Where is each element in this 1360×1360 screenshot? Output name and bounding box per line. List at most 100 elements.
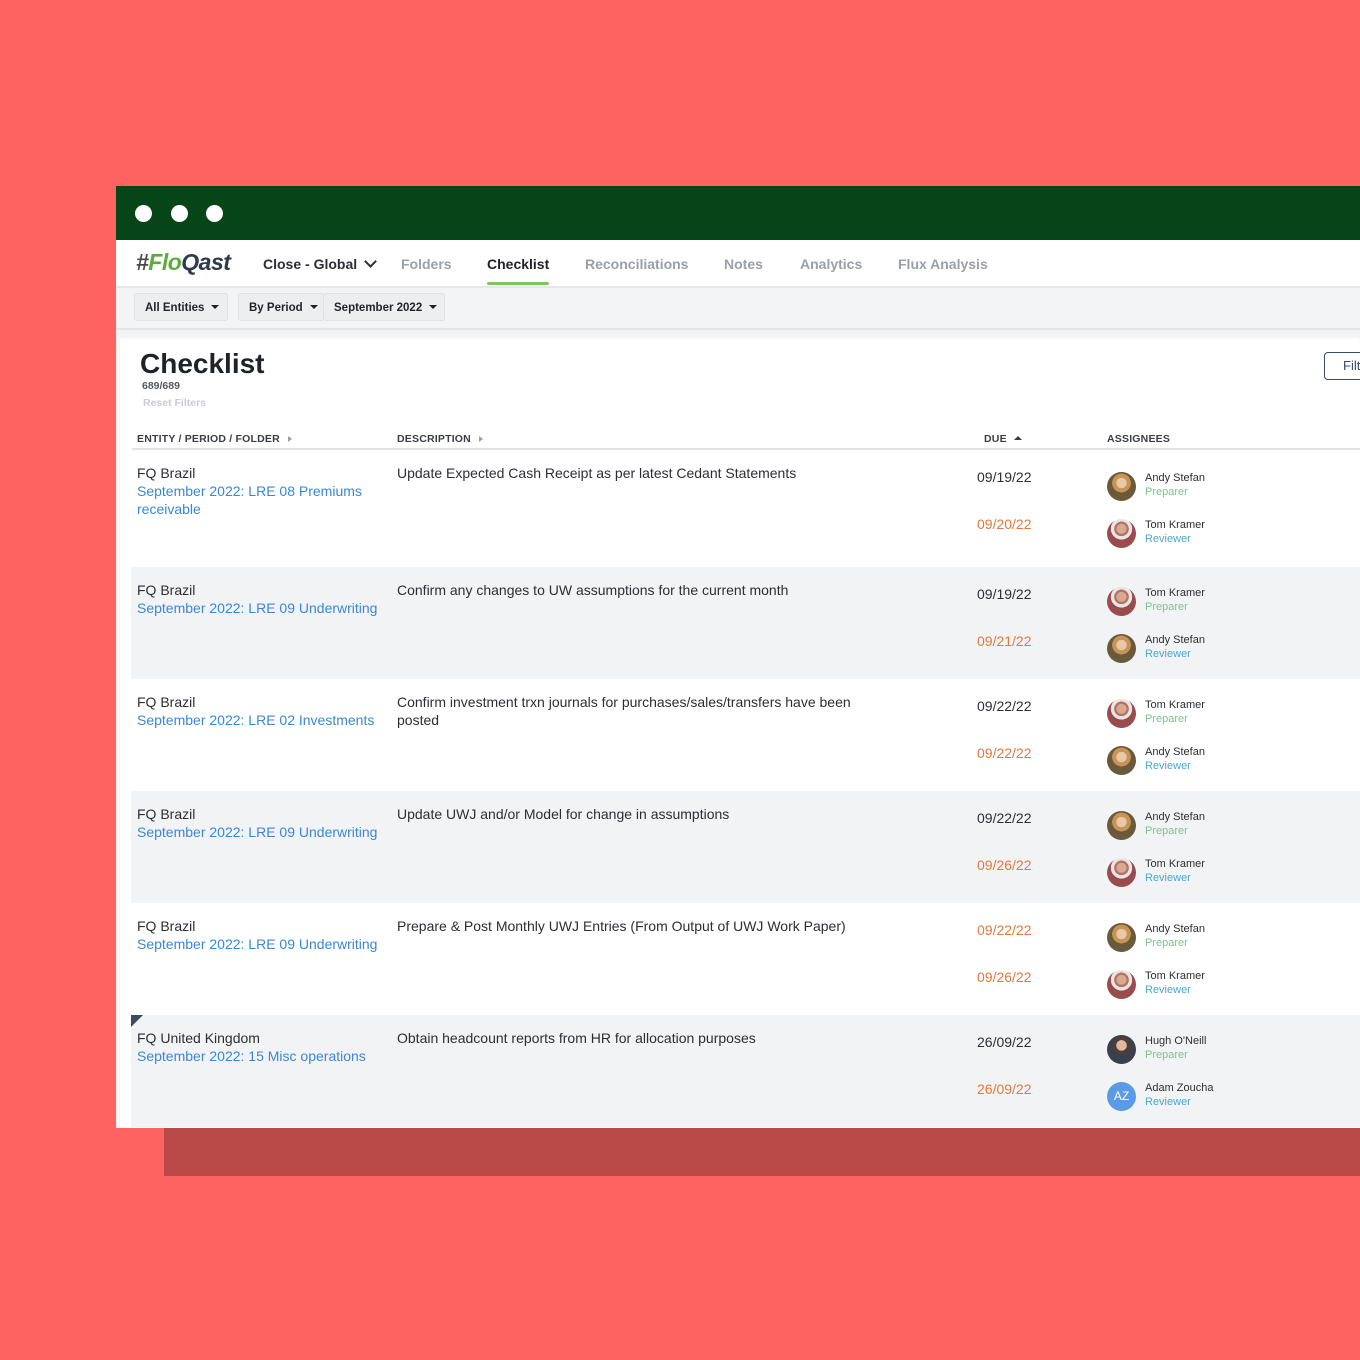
item-count: 689/689 xyxy=(142,380,180,392)
preparer-due-date: 09/22/22 xyxy=(977,810,1032,826)
table-row[interactable]: FQ Brazil September 2022: LRE 02 Investm… xyxy=(131,679,1360,791)
caret-down-icon xyxy=(429,305,438,309)
task-description: Prepare & Post Monthly UWJ Entries (From… xyxy=(397,918,846,934)
assignee-preparer[interactable]: Tom Kramer Preparer xyxy=(1107,587,1307,619)
app-window: #FloQast Close - Global Folders Checklis… xyxy=(116,186,1360,1128)
table-row[interactable]: FQ Brazil September 2022: LRE 09 Underwr… xyxy=(131,791,1360,903)
avatar xyxy=(1107,923,1136,952)
avatar xyxy=(1107,811,1136,840)
workspace-label: Close - Global xyxy=(263,256,358,272)
period-mode-dropdown[interactable]: By Period xyxy=(238,293,324,321)
assignee-reviewer[interactable]: Tom Kramer Reviewer xyxy=(1107,858,1307,890)
floqast-logo[interactable]: #FloQast xyxy=(136,249,231,276)
col-header-description[interactable]: DESCRIPTION xyxy=(397,433,483,445)
folder-link[interactable]: September 2022: LRE 02 Investments xyxy=(137,711,387,729)
folder-link[interactable]: September 2022: 15 Misc operations xyxy=(137,1047,387,1065)
assignee-role: Preparer xyxy=(1145,1049,1188,1061)
period-mode-label: By Period xyxy=(249,302,303,314)
assignee-preparer[interactable]: Tom Kramer Preparer xyxy=(1107,699,1307,731)
tab-flux-analysis[interactable]: Flux Analysis xyxy=(898,256,988,272)
workspace-selector[interactable]: Close - Global xyxy=(263,255,377,272)
avatar xyxy=(1107,1035,1136,1064)
tab-folders[interactable]: Folders xyxy=(401,256,452,272)
tab-analytics[interactable]: Analytics xyxy=(800,256,862,272)
assignee-role: Preparer xyxy=(1145,713,1188,725)
assignee-reviewer[interactable]: Andy Stefan Reviewer xyxy=(1107,634,1307,666)
assignee-preparer[interactable]: Hugh O'Neill Preparer xyxy=(1107,1035,1307,1067)
reset-filters-link[interactable]: Reset Filters xyxy=(143,397,206,409)
col-header-assignees: ASSIGNEES xyxy=(1107,433,1171,445)
task-description: Confirm investment trxn journals for pur… xyxy=(397,694,851,728)
tab-notes[interactable]: Notes xyxy=(724,256,763,272)
folder-link[interactable]: September 2022: LRE 09 Underwriting xyxy=(137,935,387,953)
window-minimize-dot[interactable] xyxy=(171,205,188,222)
col-header-entity[interactable]: ENTITY / PERIOD / FOLDER xyxy=(137,433,292,445)
reviewer-due-date: 09/22/22 xyxy=(977,745,1032,761)
task-description: Update Expected Cash Receipt as per late… xyxy=(397,465,797,481)
assignee-preparer[interactable]: Andy Stefan Preparer xyxy=(1107,811,1307,843)
checklist-panel: Checklist 689/689 Reset Filters Filt ENT… xyxy=(120,338,1360,1128)
reviewer-due-date: 09/21/22 xyxy=(977,633,1032,649)
avatar: AZ xyxy=(1107,1082,1136,1111)
table-row[interactable]: FQ Brazil September 2022: LRE 08 Premium… xyxy=(131,450,1360,562)
tab-reconciliations[interactable]: Reconciliations xyxy=(585,256,688,272)
filter-bar: All Entities By Period September 2022 xyxy=(116,288,1360,330)
backdrop-shadow xyxy=(164,1128,1360,1176)
preparer-due-date: 09/19/22 xyxy=(977,469,1032,485)
avatar xyxy=(1107,587,1136,616)
assignee-role: Reviewer xyxy=(1145,984,1191,996)
assignee-reviewer[interactable]: AZ Adam Zoucha Reviewer xyxy=(1107,1082,1307,1114)
entity-name: FQ Brazil xyxy=(137,806,196,822)
assignee-reviewer[interactable]: Tom Kramer Reviewer xyxy=(1107,970,1307,1002)
assignee-reviewer[interactable]: Andy Stefan Reviewer xyxy=(1107,746,1307,778)
filter-button[interactable]: Filt xyxy=(1324,352,1360,380)
assignee-name: Andy Stefan xyxy=(1145,634,1205,646)
table-row[interactable]: FQ Brazil September 2022: LRE 09 Underwr… xyxy=(131,567,1360,679)
page-title: Checklist xyxy=(140,348,265,379)
col-header-due[interactable]: DUE xyxy=(984,433,1022,445)
tab-checklist[interactable]: Checklist xyxy=(487,256,549,272)
avatar xyxy=(1107,858,1136,887)
avatar xyxy=(1107,472,1136,501)
assignee-name: Tom Kramer xyxy=(1145,970,1205,982)
folder-link[interactable]: September 2022: LRE 09 Underwriting xyxy=(137,823,387,841)
caret-down-icon xyxy=(211,305,220,309)
assignee-name: Tom Kramer xyxy=(1145,699,1205,711)
task-description: Confirm any changes to UW assumptions fo… xyxy=(397,582,789,598)
chevron-down-icon xyxy=(364,255,377,268)
entity-name: FQ Brazil xyxy=(137,694,196,710)
avatar xyxy=(1107,699,1136,728)
table-row[interactable]: FQ United Kingdom September 2022: 15 Mis… xyxy=(131,1015,1360,1127)
assignee-role: Preparer xyxy=(1145,601,1188,613)
assignee-preparer[interactable]: Andy Stefan Preparer xyxy=(1107,923,1307,955)
window-close-dot[interactable] xyxy=(135,205,152,222)
folder-link[interactable]: September 2022: LRE 08 Premiums receivab… xyxy=(137,482,387,518)
task-description: Update UWJ and/or Model for change in as… xyxy=(397,806,730,822)
assignee-name: Andy Stefan xyxy=(1145,472,1205,484)
preparer-due-date: 26/09/22 xyxy=(977,1034,1032,1050)
reviewer-due-date: 09/26/22 xyxy=(977,969,1032,985)
sort-icon xyxy=(478,436,483,442)
preparer-due-date: 09/22/22 xyxy=(977,922,1032,938)
avatar xyxy=(1107,634,1136,663)
entities-label: All Entities xyxy=(145,302,205,314)
entities-dropdown[interactable]: All Entities xyxy=(134,293,228,321)
sort-ascending-icon xyxy=(1013,436,1022,440)
task-description: Obtain headcount reports from HR for all… xyxy=(397,1030,756,1046)
avatar xyxy=(1107,519,1136,548)
top-nav: #FloQast Close - Global Folders Checklis… xyxy=(116,240,1360,288)
period-label: September 2022 xyxy=(334,302,423,314)
assignee-preparer[interactable]: Andy Stefan Preparer xyxy=(1107,472,1307,504)
assignee-role: Reviewer xyxy=(1145,1096,1191,1108)
period-dropdown[interactable]: September 2022 xyxy=(323,293,445,321)
entity-name: FQ Brazil xyxy=(137,465,196,481)
assignee-name: Andy Stefan xyxy=(1145,811,1205,823)
preparer-due-date: 09/22/22 xyxy=(977,698,1032,714)
folder-link[interactable]: September 2022: LRE 09 Underwriting xyxy=(137,599,387,617)
assignee-role: Reviewer xyxy=(1145,533,1191,545)
table-row[interactable]: FQ Brazil September 2022: LRE 09 Underwr… xyxy=(131,903,1360,1015)
assignee-name: Tom Kramer xyxy=(1145,858,1205,870)
assignee-reviewer[interactable]: Tom Kramer Reviewer xyxy=(1107,519,1307,551)
entity-name: FQ Brazil xyxy=(137,918,196,934)
window-maximize-dot[interactable] xyxy=(206,205,223,222)
